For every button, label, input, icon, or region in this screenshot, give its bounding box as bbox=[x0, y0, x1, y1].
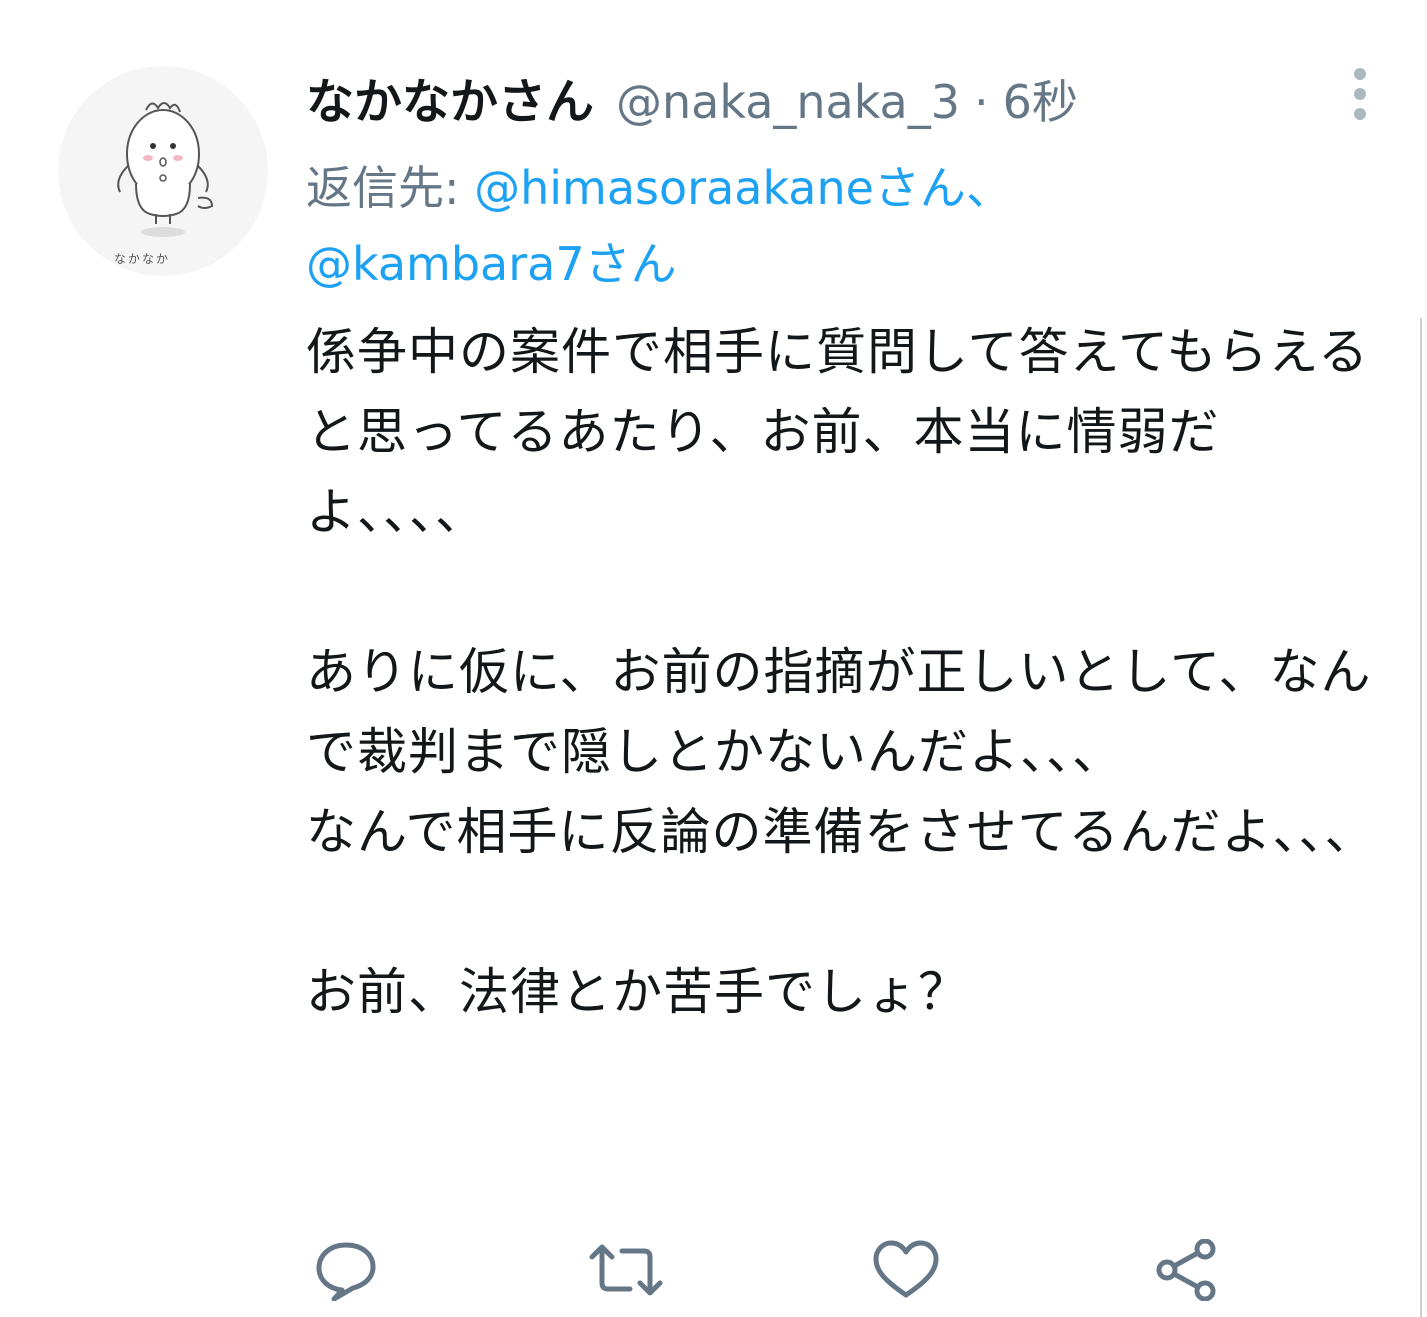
user-handle[interactable]: @naka_naka_3 bbox=[616, 75, 960, 129]
like-icon bbox=[873, 1240, 939, 1298]
more-vertical-icon bbox=[1354, 68, 1366, 120]
like-button[interactable] bbox=[866, 1230, 946, 1310]
timestamp[interactable]: 6秒 bbox=[1003, 66, 1078, 132]
avatar[interactable]: なかなか bbox=[58, 66, 268, 276]
mention-link-1[interactable]: @himasoraakaneさん bbox=[474, 161, 966, 215]
tweet-header: なかなかさん @naka_naka_3 · 6秒 bbox=[306, 62, 1078, 134]
retweet-button[interactable] bbox=[586, 1230, 666, 1310]
mention-separator: 、 bbox=[965, 161, 1012, 215]
tweet-text: 係争中の案件で相手に質問して答えてもらえると思ってるあたり、お前、本当に情弱だよ… bbox=[306, 323, 1376, 1021]
header-separator: · bbox=[974, 75, 989, 129]
share-icon bbox=[1156, 1239, 1216, 1301]
scrollbar-edge bbox=[1420, 318, 1422, 1317]
reply-button[interactable] bbox=[306, 1230, 386, 1310]
action-bar bbox=[306, 1230, 1306, 1310]
share-button[interactable] bbox=[1146, 1230, 1226, 1310]
reply-to: 返信先: @himasoraakaneさん、 @kambara7さん bbox=[306, 150, 1366, 302]
avatar-illustration bbox=[117, 102, 214, 237]
avatar-caption: なかなか bbox=[114, 252, 171, 266]
reply-prefix: 返信先: bbox=[306, 161, 475, 215]
mention-link-2[interactable]: @kambara7さん bbox=[306, 237, 677, 291]
reply-icon bbox=[316, 1242, 376, 1301]
display-name[interactable]: なかなかさん bbox=[306, 62, 594, 132]
tweet: なかなか なかなかさん @naka_naka_3 · 6秒 返信先: @hima… bbox=[0, 0, 1427, 1317]
more-options-button[interactable] bbox=[1340, 66, 1380, 122]
retweet-icon bbox=[589, 1244, 663, 1296]
